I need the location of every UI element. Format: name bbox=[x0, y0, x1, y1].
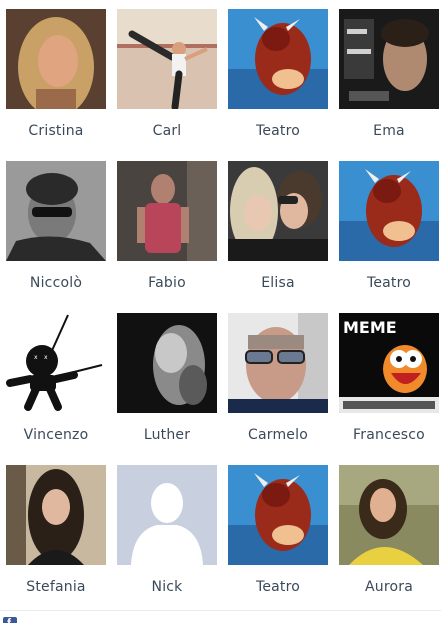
friend-tile[interactable]: Teatro bbox=[339, 161, 439, 311]
friend-name[interactable]: Carl bbox=[109, 123, 225, 139]
portrait-woman-long-hair-image bbox=[6, 465, 106, 565]
friend-name[interactable]: Fabio bbox=[109, 275, 225, 291]
svg-text:x: x bbox=[34, 354, 38, 361]
friend-name[interactable]: Cristina bbox=[0, 123, 114, 139]
profile-photo[interactable] bbox=[339, 161, 439, 261]
profile-photo[interactable] bbox=[6, 9, 106, 109]
friend-tile[interactable]: Fabio bbox=[117, 161, 217, 311]
portrait-man-glasses-image bbox=[228, 313, 328, 413]
portrait-man-sunglasses-bw-image bbox=[6, 161, 106, 261]
profile-photo[interactable] bbox=[117, 465, 217, 565]
friend-tile[interactable]: Teatro bbox=[228, 465, 328, 615]
friend-name[interactable]: Niccolò bbox=[0, 275, 114, 291]
friend-name[interactable]: Aurora bbox=[331, 579, 441, 595]
friend-tile[interactable]: Ema bbox=[339, 9, 439, 159]
friend-name[interactable]: Luther bbox=[109, 427, 225, 443]
profile-photo[interactable] bbox=[339, 465, 439, 565]
friend-tile[interactable]: x x Vincenzo bbox=[6, 313, 106, 463]
blurry-bw-figure-image bbox=[117, 313, 217, 413]
profile-photo[interactable] bbox=[117, 9, 217, 109]
friend-name[interactable]: Stefania bbox=[0, 579, 114, 595]
friend-tile[interactable]: Luther bbox=[117, 313, 217, 463]
portrait-man-dark-image bbox=[339, 9, 439, 109]
friend-tile[interactable]: Niccolò bbox=[6, 161, 106, 311]
friend-tile[interactable]: Carl bbox=[117, 9, 217, 159]
martial-arts-kick-image bbox=[117, 9, 217, 109]
friend-tile[interactable]: Aurora bbox=[339, 465, 439, 615]
friend-name[interactable]: Nick bbox=[109, 579, 225, 595]
friend-tile[interactable]: Stefania bbox=[6, 465, 106, 615]
profile-photo[interactable] bbox=[228, 9, 328, 109]
friend-name[interactable]: Vincenzo bbox=[0, 427, 114, 443]
profile-photo[interactable] bbox=[228, 161, 328, 261]
friend-tile[interactable]: Elisa bbox=[228, 161, 328, 311]
portrait-man-red-shirt-image bbox=[117, 161, 217, 261]
portrait-blonde-woman-image bbox=[6, 9, 106, 109]
profile-photo[interactable]: x x bbox=[6, 313, 106, 413]
two-women-selfie-image bbox=[228, 161, 328, 261]
friend-name[interactable]: Ema bbox=[331, 123, 441, 139]
friend-name[interactable]: Teatro bbox=[331, 275, 441, 291]
profile-photo[interactable] bbox=[117, 161, 217, 261]
meme-muppet-image: MEME bbox=[339, 313, 439, 413]
friend-name[interactable]: Francesco bbox=[331, 427, 441, 443]
meme-caption: MEME bbox=[343, 318, 397, 337]
friend-name[interactable]: Teatro bbox=[220, 123, 336, 139]
friend-tile[interactable]: Cristina bbox=[6, 9, 106, 159]
profile-photo[interactable] bbox=[6, 161, 106, 261]
friend-name[interactable]: Carmelo bbox=[220, 427, 336, 443]
profile-photo[interactable] bbox=[228, 465, 328, 565]
profile-photo[interactable] bbox=[117, 313, 217, 413]
profile-photo[interactable]: MEME bbox=[339, 313, 439, 413]
friend-tile[interactable]: Carmelo bbox=[228, 313, 328, 463]
profile-photo[interactable] bbox=[339, 9, 439, 109]
footer-bar bbox=[0, 610, 441, 623]
profile-photo[interactable] bbox=[228, 313, 328, 413]
svg-text:x: x bbox=[44, 354, 48, 361]
friend-tile[interactable]: Teatro bbox=[228, 9, 328, 159]
friend-name[interactable]: Elisa bbox=[220, 275, 336, 291]
red-minotaur-artwork-image bbox=[228, 465, 328, 565]
default-profile-silhouette-icon bbox=[117, 465, 217, 565]
friend-name[interactable]: Teatro bbox=[220, 579, 336, 595]
facebook-icon bbox=[3, 616, 17, 623]
red-minotaur-artwork-image bbox=[339, 161, 439, 261]
voodoo-doll-icon: x x bbox=[6, 313, 106, 413]
friend-tile[interactable]: Nick bbox=[117, 465, 217, 615]
red-minotaur-artwork-image bbox=[228, 9, 328, 109]
portrait-woman-yellow-image bbox=[339, 465, 439, 565]
friend-tile[interactable]: MEME Francesco bbox=[339, 313, 439, 463]
profile-photo[interactable] bbox=[6, 465, 106, 565]
